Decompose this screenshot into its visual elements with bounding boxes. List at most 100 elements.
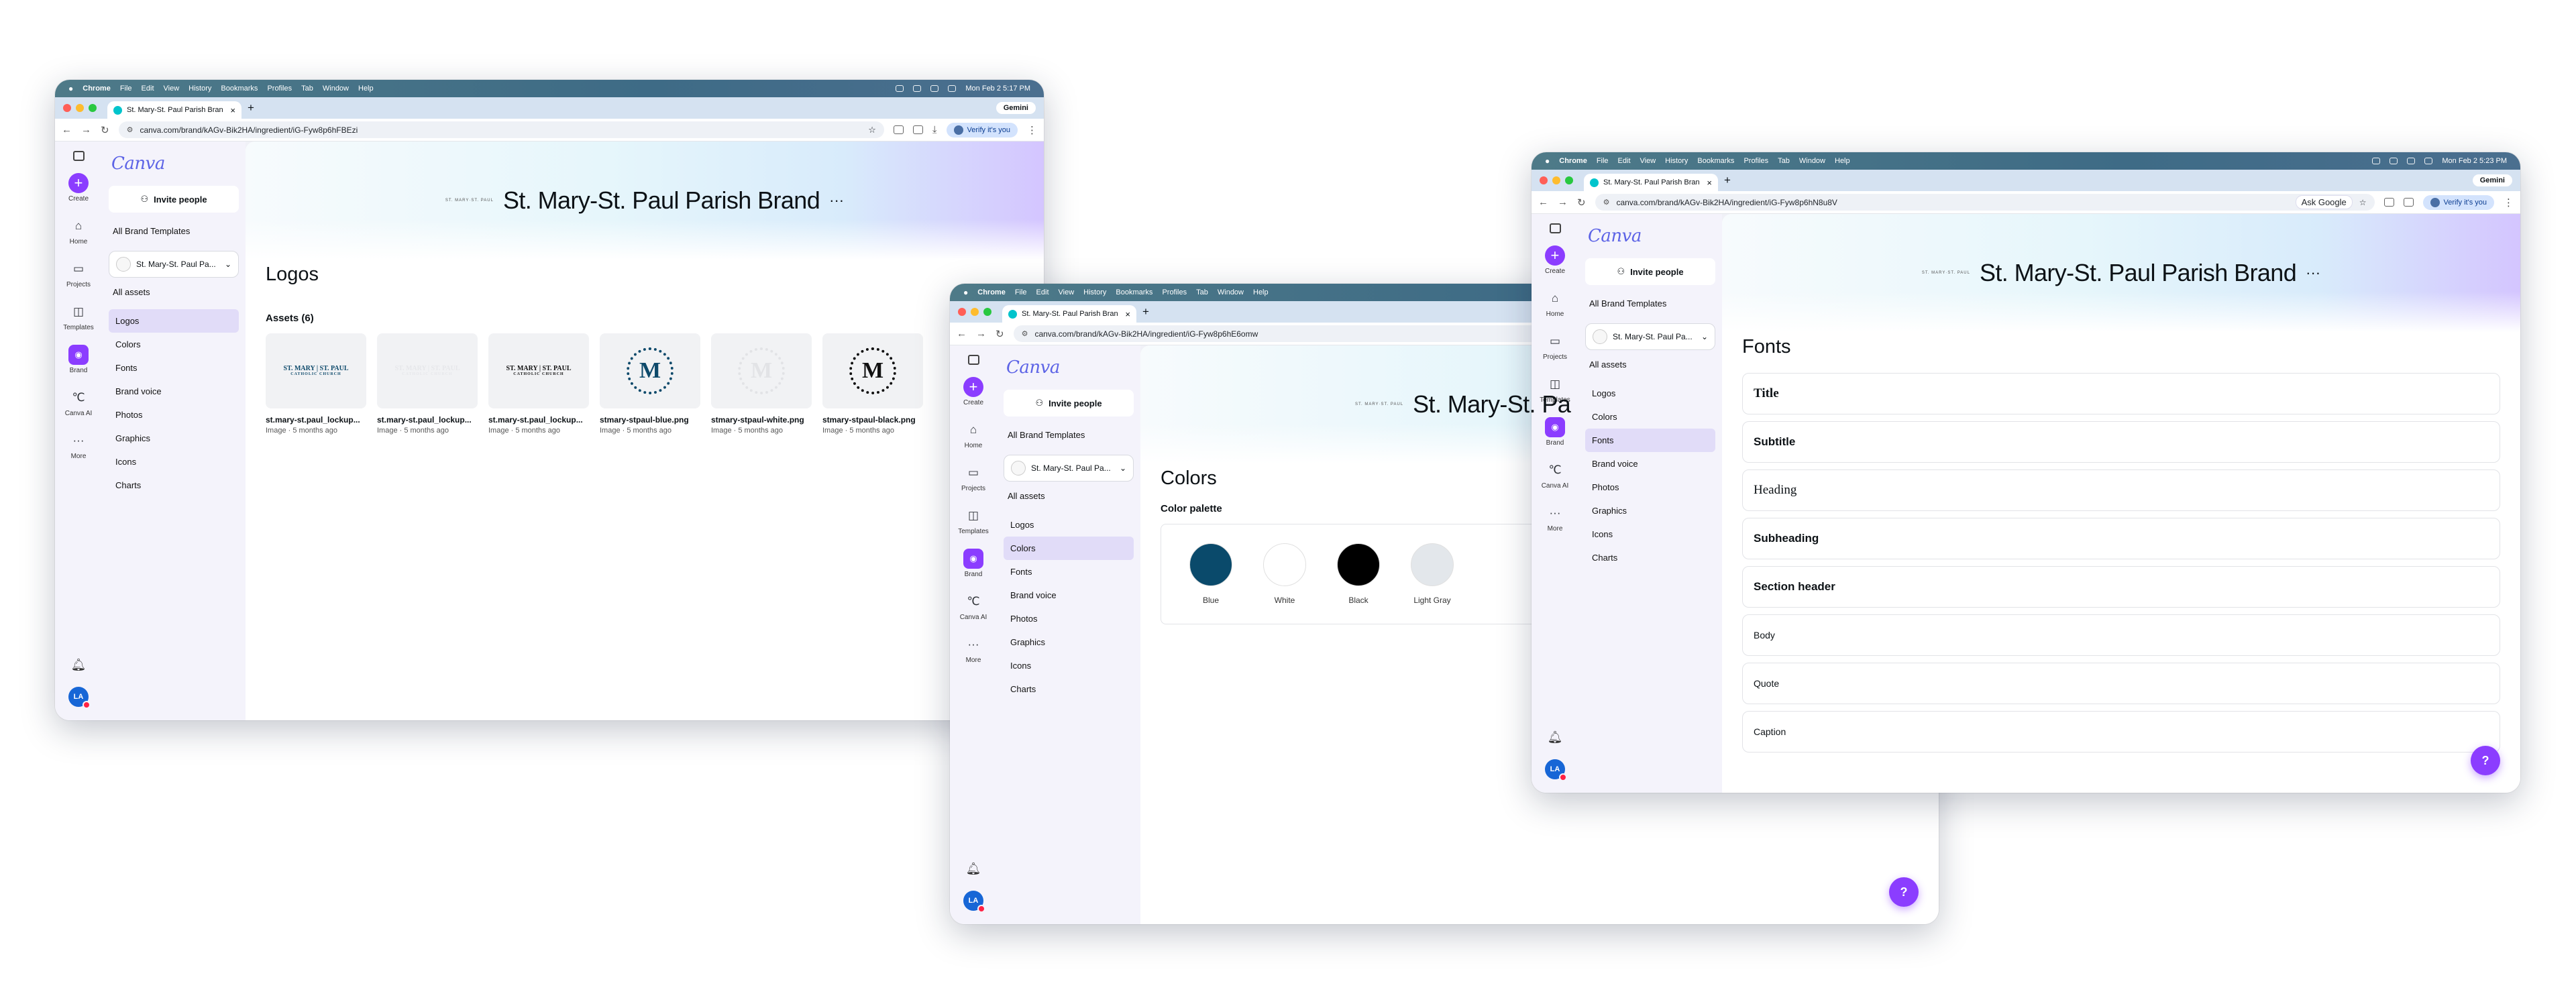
new-tab-button[interactable]: + bbox=[1724, 174, 1731, 187]
wifi-icon[interactable] bbox=[930, 85, 939, 92]
rail-brand[interactable]: ◉ Brand bbox=[1545, 417, 1565, 447]
nav-fonts[interactable]: Fonts bbox=[109, 356, 239, 380]
all-brand-templates-link[interactable]: All Brand Templates bbox=[109, 221, 239, 241]
nav-colors[interactable]: Colors bbox=[109, 333, 239, 356]
browser-menu-icon[interactable]: ⋮ bbox=[1027, 124, 1037, 136]
color-swatch[interactable]: Blue bbox=[1189, 543, 1232, 605]
url-text[interactable]: canva.com/brand/kAGv-Bik2HA/ingredient/i… bbox=[1616, 198, 1837, 207]
invite-people-button[interactable]: ⚇ Invite people bbox=[1585, 258, 1715, 285]
invite-people-button[interactable]: ⚇ Invite people bbox=[109, 186, 239, 213]
nav-charts[interactable]: Charts bbox=[1585, 546, 1715, 569]
logo-asset-card[interactable]: M stmary-stpaul-blue.png Image · 5 month… bbox=[600, 333, 700, 435]
reload-icon[interactable]: ↻ bbox=[996, 328, 1004, 340]
rail-home[interactable]: ⌂ Home bbox=[963, 420, 983, 449]
brand-title[interactable]: St. Mary-St. Pa bbox=[1413, 390, 1571, 419]
site-info-icon[interactable]: ⚙ bbox=[127, 125, 133, 134]
nav-fonts[interactable]: Fonts bbox=[1585, 429, 1715, 452]
search-icon[interactable] bbox=[2424, 158, 2433, 164]
menu-window[interactable]: Window bbox=[323, 85, 349, 93]
zoom-window-button[interactable] bbox=[1565, 176, 1573, 184]
minimize-window-button[interactable] bbox=[971, 308, 979, 316]
logo-asset-card[interactable]: ST. MARY | ST. PAUL CATHOLIC CHURCH st.ma… bbox=[488, 333, 589, 435]
asset-thumbnail[interactable]: ST. MARY | ST. PAUL CATHOLIC CHURCH bbox=[488, 333, 589, 408]
rail-more[interactable]: ··· More bbox=[963, 634, 983, 664]
close-window-button[interactable] bbox=[958, 308, 966, 316]
nav-brand-voice[interactable]: Brand voice bbox=[109, 380, 239, 403]
reload-icon[interactable]: ↻ bbox=[1577, 197, 1586, 209]
menu-history[interactable]: History bbox=[189, 85, 211, 93]
rail-create[interactable]: + Create bbox=[68, 173, 89, 203]
menu-tab[interactable]: Tab bbox=[301, 85, 313, 93]
nav-photos[interactable]: Photos bbox=[1004, 607, 1134, 630]
gemini-button[interactable]: Gemini bbox=[996, 102, 1036, 114]
canva-logo[interactable]: Canva bbox=[1585, 222, 1715, 258]
user-avatar[interactable]: LA bbox=[68, 687, 91, 709]
verify-profile-button[interactable]: Verify it's you bbox=[2422, 194, 2494, 210]
back-icon[interactable]: ← bbox=[1538, 197, 1548, 208]
canva-logo[interactable]: Canva bbox=[109, 150, 239, 186]
site-info-icon[interactable]: ⚙ bbox=[1603, 198, 1610, 207]
reload-icon[interactable]: ↻ bbox=[101, 124, 109, 136]
asset-thumbnail[interactable]: M bbox=[711, 333, 812, 408]
menu-history[interactable]: History bbox=[1665, 157, 1688, 165]
color-swatch[interactable]: Light Gray bbox=[1411, 543, 1454, 605]
font-style-row[interactable]: Subtitle bbox=[1742, 421, 2500, 463]
toggle-panel-icon[interactable] bbox=[1549, 223, 1561, 233]
logo-asset-card[interactable]: M stmary-stpaul-white.png Image · 5 mont… bbox=[711, 333, 812, 435]
zoom-window-button[interactable] bbox=[983, 308, 991, 316]
menubar-app-name[interactable]: Chrome bbox=[1559, 157, 1587, 165]
url-text[interactable]: canva.com/brand/kAGv-Bik2HA/ingredient/i… bbox=[1034, 329, 1258, 339]
brand-title[interactable]: St. Mary-St. Paul Parish Brand bbox=[503, 186, 820, 215]
minimize-window-button[interactable] bbox=[1552, 176, 1560, 184]
asset-thumbnail[interactable]: M bbox=[822, 333, 923, 408]
toggle-panel-icon[interactable] bbox=[72, 151, 85, 161]
status-icon[interactable] bbox=[896, 85, 904, 92]
side-panel-icon[interactable] bbox=[2403, 198, 2414, 207]
font-style-row[interactable]: Caption bbox=[1742, 711, 2500, 753]
ask-google-button[interactable]: Ask Google bbox=[2295, 195, 2353, 209]
swatch-circle[interactable] bbox=[1337, 543, 1380, 586]
apple-icon[interactable]: ● bbox=[1545, 156, 1550, 166]
user-avatar[interactable]: LA bbox=[1545, 759, 1567, 781]
menu-view[interactable]: View bbox=[1059, 288, 1075, 296]
bell-icon[interactable]: 🔔︎ bbox=[966, 862, 981, 876]
nav-colors[interactable]: Colors bbox=[1585, 405, 1715, 429]
logo-asset-card[interactable]: M stmary-stpaul-black.png Image · 5 mont… bbox=[822, 333, 923, 435]
menu-file[interactable]: File bbox=[1015, 288, 1027, 296]
nav-fonts[interactable]: Fonts bbox=[1004, 560, 1134, 583]
status-icon[interactable] bbox=[2390, 158, 2398, 164]
menu-help[interactable]: Help bbox=[1253, 288, 1269, 296]
nav-photos[interactable]: Photos bbox=[109, 403, 239, 427]
status-icon[interactable] bbox=[913, 85, 922, 92]
user-avatar[interactable]: LA bbox=[963, 891, 985, 913]
color-swatch[interactable]: Black bbox=[1337, 543, 1380, 605]
asset-thumbnail[interactable]: ST. MARY | ST. PAUL CATHOLIC CHURCH bbox=[377, 333, 478, 408]
rail-home[interactable]: ⌂ Home bbox=[68, 216, 89, 245]
help-button[interactable]: ? bbox=[2471, 746, 2500, 775]
bookmark-star-icon[interactable]: ☆ bbox=[868, 125, 876, 135]
menu-bookmarks[interactable]: Bookmarks bbox=[221, 85, 258, 93]
menu-bookmarks[interactable]: Bookmarks bbox=[1116, 288, 1152, 296]
menu-profiles[interactable]: Profiles bbox=[267, 85, 292, 93]
minimize-window-button[interactable] bbox=[76, 104, 84, 112]
menu-edit[interactable]: Edit bbox=[1618, 157, 1631, 165]
nav-logos[interactable]: Logos bbox=[1585, 382, 1715, 405]
nav-brand-voice[interactable]: Brand voice bbox=[1004, 583, 1134, 607]
tab-close-icon[interactable]: × bbox=[1707, 178, 1712, 188]
canva-logo[interactable]: Canva bbox=[1004, 353, 1134, 390]
all-assets-link[interactable]: All assets bbox=[1004, 486, 1134, 506]
browser-tab[interactable]: St. Mary-St. Paul Parish Bran × bbox=[107, 101, 241, 119]
close-window-button[interactable] bbox=[63, 104, 71, 112]
menu-view[interactable]: View bbox=[164, 85, 180, 93]
asset-thumbnail[interactable]: M bbox=[600, 333, 700, 408]
browser-tab[interactable]: St. Mary-St. Paul Parish Bran × bbox=[1002, 305, 1136, 323]
menu-help[interactable]: Help bbox=[358, 85, 374, 93]
swatch-circle[interactable] bbox=[1189, 543, 1232, 586]
address-bar[interactable]: ⚙ canva.com/brand/kAGv-Bik2HA/ingredient… bbox=[1595, 194, 2375, 211]
menubar-app-name[interactable]: Chrome bbox=[977, 288, 1006, 296]
rail-brand[interactable]: ◉ Brand bbox=[963, 549, 983, 578]
site-info-icon[interactable]: ⚙ bbox=[1022, 329, 1028, 338]
font-style-row[interactable]: Subheading bbox=[1742, 518, 2500, 559]
bell-icon[interactable]: 🔔︎ bbox=[1548, 730, 1563, 744]
logo-asset-card[interactable]: ST. MARY | ST. PAUL CATHOLIC CHURCH st.ma… bbox=[266, 333, 366, 435]
